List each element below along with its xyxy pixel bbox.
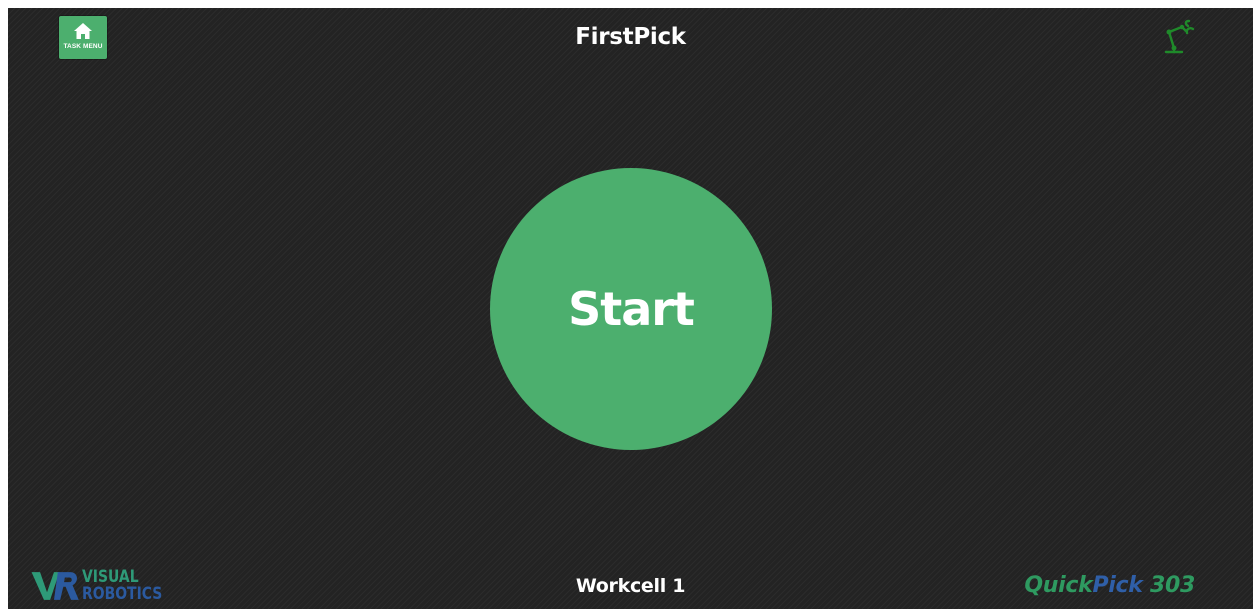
product-name-version: 303 — [1142, 573, 1195, 598]
product-name-pick: Pick — [1092, 573, 1143, 598]
product-name: QuickPick 303 — [1024, 573, 1195, 598]
page-title: FirstPick — [575, 24, 686, 50]
start-button[interactable]: Start — [490, 168, 772, 450]
product-name-quick: Quick — [1024, 573, 1093, 598]
start-label: Start — [568, 282, 695, 336]
app-screen: TASK MENU FirstPick Start VISUAL ROBOTIC… — [8, 8, 1253, 609]
robot-arm-icon[interactable] — [1158, 18, 1198, 58]
